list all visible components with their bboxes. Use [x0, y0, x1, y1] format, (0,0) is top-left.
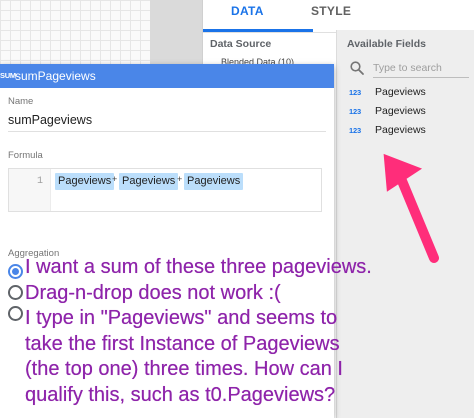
number-type-icon: 123 — [349, 88, 361, 97]
formula-label: Formula — [8, 150, 43, 161]
formula-operator: + — [177, 174, 183, 184]
aggregation-radio[interactable] — [8, 306, 23, 321]
annotation-line: I type in "Pageviews" and seems to — [25, 307, 338, 329]
report-canvas — [0, 0, 150, 64]
pointer-arrow-icon — [383, 153, 439, 263]
line-gutter — [9, 169, 51, 211]
annotation-line: Drag-n-drop does not work :( — [25, 281, 281, 304]
field-name: Pageviews — [375, 105, 426, 117]
annotation-line: qualify this, such as t0.Pageviews? — [25, 383, 336, 406]
dialog-title: sumPageviews — [15, 69, 96, 83]
field-item[interactable]: 123 Pageviews — [349, 105, 469, 123]
annotation-text: I want a sum of these three pageviews. D… — [25, 255, 473, 408]
formula-token[interactable]: Pageviews — [184, 173, 244, 190]
formula-token[interactable]: Pageviews — [119, 173, 179, 190]
field-item[interactable]: 123 Pageviews — [349, 124, 469, 142]
field-name-input[interactable] — [8, 108, 326, 132]
annotation-line: (the top one) three times. How can I — [25, 358, 343, 380]
sum-type-icon: SUM — [0, 71, 16, 80]
available-fields-label: Available Fields — [347, 38, 426, 50]
canvas-margin — [150, 0, 202, 64]
field-name: Pageviews — [375, 124, 426, 136]
tab-data[interactable]: DATA — [231, 0, 264, 30]
annotation-line: I want a sum of these three pageviews. — [25, 256, 372, 278]
number-type-icon: 123 — [349, 107, 361, 116]
aggregation-radio-selected[interactable] — [8, 264, 23, 279]
name-label: Name — [8, 96, 34, 107]
data-source-label: Data Source — [210, 38, 272, 50]
formula-editor[interactable]: 1 Pageviews + Pageviews + Pageviews — [8, 168, 322, 212]
line-number: 1 — [37, 176, 44, 187]
tab-style[interactable]: STYLE — [311, 0, 351, 30]
number-type-icon: 123 — [349, 126, 361, 135]
field-search-input[interactable] — [373, 58, 469, 78]
search-icon — [349, 60, 365, 76]
field-item[interactable]: 123 Pageviews — [349, 86, 469, 104]
field-name: Pageviews — [375, 86, 426, 98]
formula-token[interactable]: Pageviews — [55, 173, 115, 190]
dialog-header: SUM sumPageviews — [0, 64, 334, 88]
aggregation-radio[interactable] — [8, 285, 23, 300]
formula-operator: + — [112, 174, 118, 184]
annotation-line: take the first Instance of Pageviews — [25, 332, 340, 355]
